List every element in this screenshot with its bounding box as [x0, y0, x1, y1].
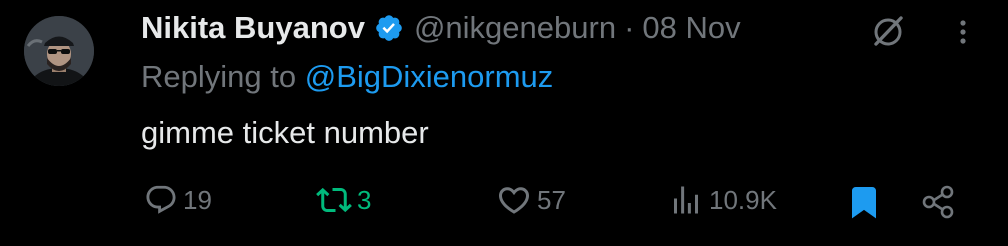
more-icon[interactable] [950, 14, 976, 50]
views-count: 10.9K [709, 184, 777, 215]
retweet-count: 3 [357, 184, 372, 215]
share-button[interactable] [918, 180, 958, 224]
replying-to-label: Replying to [141, 59, 297, 94]
separator-dot: · [624, 10, 635, 45]
like-count: 57 [537, 184, 566, 215]
avatar-image [24, 16, 94, 86]
tweet-header: Nikita Buyanov @nikgeneburn · 08 Nov [141, 8, 741, 48]
reply-count: 19 [183, 184, 212, 215]
author-name[interactable]: Nikita Buyanov [141, 10, 365, 46]
retweet-icon [316, 187, 352, 213]
grok-icon[interactable] [868, 12, 908, 52]
tweet-date[interactable]: 08 Nov [642, 10, 740, 46]
bookmark-icon [852, 187, 876, 219]
heart-icon [498, 187, 530, 214]
bookmark-button[interactable] [846, 180, 882, 224]
reply-icon [146, 185, 176, 214]
author-handle[interactable]: @nikgeneburn [414, 10, 616, 46]
replying-to-handle[interactable]: @BigDixienormuz [305, 59, 554, 94]
tweet-text: gimme ticket number [141, 115, 429, 150]
retweet-button[interactable]: 3 [316, 178, 371, 222]
avatar[interactable] [24, 16, 94, 86]
views-button[interactable]: 10.9K [668, 178, 777, 222]
replying-to: Replying to @BigDixienormuz [141, 59, 553, 95]
views-icon [674, 186, 698, 214]
share-icon [922, 185, 954, 219]
verified-badge-icon [374, 13, 404, 43]
reply-button[interactable]: 19 [144, 178, 212, 222]
like-button[interactable]: 57 [496, 178, 566, 222]
